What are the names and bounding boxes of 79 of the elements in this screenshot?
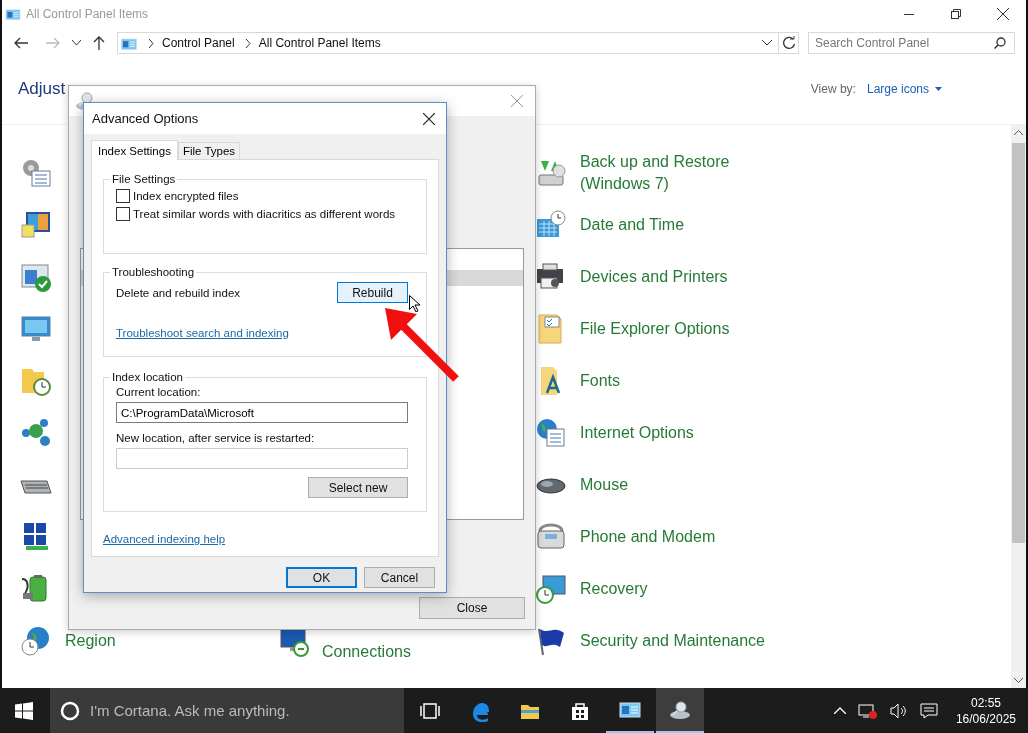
clock-date[interactable]: 16/06/2025 [955,710,1016,727]
close-button[interactable]: Close [419,597,525,619]
field-label: Current location: [116,386,201,398]
chevron-icon [148,38,154,48]
cursor-icon [409,295,420,312]
close-icon[interactable] [423,112,435,125]
group-title: Troubleshooting [111,266,196,278]
back-icon[interactable] [14,37,28,49]
search-field[interactable]: Search Control Panel [808,32,1015,54]
caret-icon [935,87,942,91]
refresh-icon [781,36,796,50]
troubleshoot-link[interactable]: Troubleshoot search and indexing [116,327,289,339]
chevron-up-icon[interactable] [833,707,846,714]
select-new-button[interactable]: Select new [308,477,408,498]
breadcrumb-item[interactable]: Control Panel [162,36,235,50]
cancel-button[interactable]: Cancel [364,567,435,588]
scroll-down-icon[interactable] [1014,678,1023,683]
globe-clock-icon [20,625,52,657]
control-panel-icon [120,35,138,51]
scroll-up-icon[interactable] [1014,130,1023,135]
chevron-icon [244,38,251,48]
refresh-button[interactable] [779,32,799,54]
field-label: New location, after service is restarted: [116,432,315,444]
network-icon[interactable] [857,702,878,719]
restore-icon[interactable] [950,9,961,19]
scroll-thumb[interactable] [1012,143,1025,543]
checkbox[interactable] [116,207,130,221]
help-link[interactable]: Advanced indexing help [103,533,427,545]
applet-link[interactable]: Phone and Modem [580,526,716,548]
monitor-clock-icon [535,573,567,605]
new-location-field[interactable] [116,448,408,469]
applet-link[interactable]: Devices and Printers [580,266,728,288]
group-title: Index location [111,371,184,383]
globe-checklist-icon [535,417,567,449]
applet-link[interactable]: Back up and Restore (Windows 7) [580,151,780,195]
spheres-icon [20,417,52,449]
view-by-label: View by: [810,82,856,96]
checkbox-label[interactable]: Treat similar words with diacritics as different words [133,208,396,220]
applet-link[interactable]: Internet Options [580,422,694,444]
cortana-search-field[interactable]: I'm Cortana. Ask me anything. [50,688,404,733]
checkbox[interactable] [116,189,130,203]
applet-link[interactable]: File Explorer Options [580,318,730,340]
dropdown-caret-icon[interactable] [762,40,772,46]
description-text: Delete and rebuild index [116,286,241,299]
dialog-title: Advanced Options [92,111,199,126]
checkbox-label[interactable]: Index encrypted files [133,190,239,202]
scrollbar[interactable] [1011,125,1026,688]
tab[interactable]: Index Settings [91,140,178,160]
window-title: All Control Panel Items [26,7,149,21]
dropdown-caret-icon[interactable] [72,40,81,46]
minimize-icon[interactable] [903,13,914,15]
applet-link[interactable]: Date and Time [580,214,685,236]
close-icon[interactable] [996,8,1009,20]
notifications-icon[interactable] [919,702,938,719]
applet-link[interactable]: Security and Maintenance [580,630,765,652]
gear-checklist-icon [20,157,52,189]
applet-link[interactable]: Recovery [580,578,648,600]
address-bar[interactable]: Control Panel All Control Panel Items [117,32,779,54]
clock-time[interactable]: 02:55 [970,694,1001,711]
windows-logo-icon [15,701,33,720]
tab[interactable]: File Types [177,142,241,159]
monitor-color-icon [20,209,52,241]
applet-link[interactable]: Region [65,630,116,652]
control-panel-icon [5,7,21,21]
current-location-field[interactable]: C:\ProgramData\Microsoft [116,402,408,423]
applet-link[interactable]: Mouse [580,474,629,496]
group-title: File Settings [111,173,177,185]
rebuild-button[interactable]: Rebuild [337,282,408,303]
window-check-icon [20,261,52,293]
page-heading: Adjust [18,79,66,99]
applet-link[interactable]: Fonts [580,370,620,392]
ok-button[interactable]: OK [286,567,357,588]
up-arrow-icon[interactable] [93,36,105,50]
search-icon [994,37,1006,49]
speaker-icon[interactable] [889,702,908,719]
circle-icon [60,700,80,721]
breadcrumb-item[interactable]: All Control Panel Items [258,36,381,50]
view-by-dropdown[interactable]: Large icons [866,82,942,96]
applet-link[interactable]: Connections [322,641,411,663]
